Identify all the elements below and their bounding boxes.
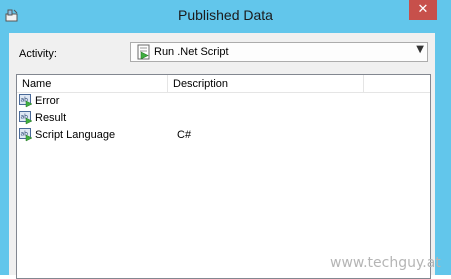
published-data-icon: ab (19, 111, 33, 125)
watermark-text: www.techguy.at (330, 255, 441, 271)
dialog-body: Activity: Run .Net Script ▼ Name Descrip… (9, 33, 435, 279)
published-data-icon: ab (19, 128, 33, 142)
list-item[interactable]: ab Result (17, 110, 430, 127)
window-frame-right (435, 33, 451, 275)
list-item-name: Error (35, 95, 60, 107)
published-data-dialog: Published Data ✕ Activity: Run .Net Scri… (0, 0, 451, 279)
list-item[interactable]: ab Script Language C# (17, 127, 430, 144)
activity-selected-value: Run .Net Script (154, 46, 229, 58)
list-item-name: Result (35, 112, 67, 124)
title-bar[interactable]: Published Data ✕ (0, 0, 451, 33)
activity-label: Activity: (19, 48, 57, 60)
column-header-name[interactable]: Name (17, 75, 168, 92)
published-data-list[interactable]: Name Description ab Error ab Result ab S… (16, 74, 431, 279)
window-title: Published Data (178, 7, 273, 23)
list-item[interactable]: ab Error (17, 93, 430, 110)
chevron-down-icon[interactable]: ▼ (416, 44, 424, 55)
activity-dropdown[interactable]: Run .Net Script ▼ (130, 42, 428, 62)
column-header-description[interactable]: Description (168, 75, 364, 92)
published-data-icon: ab (19, 94, 33, 108)
list-item-name: Script Language (35, 129, 116, 141)
list-item-description: C# (177, 129, 192, 141)
window-frame-left (0, 33, 9, 275)
close-button[interactable]: ✕ (409, 0, 437, 20)
run-script-icon (137, 44, 150, 60)
list-header: Name Description (17, 75, 430, 93)
